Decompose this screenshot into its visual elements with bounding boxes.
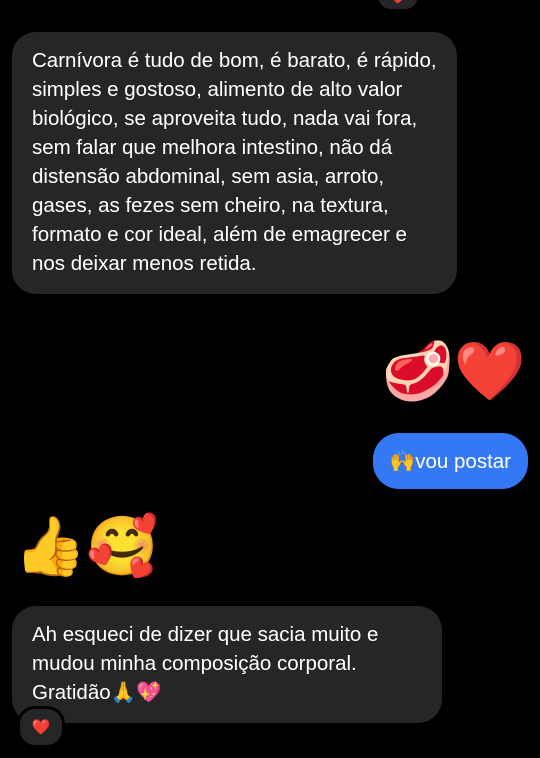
message-text: Ah esqueci de dizer que sacia muito e mu… <box>32 623 379 704</box>
message-bubble-incoming[interactable]: Carnívora é tudo de bom, é barato, é ráp… <box>12 32 457 294</box>
message-text: Carnívora é tudo de bom, é barato, é ráp… <box>32 49 437 275</box>
emoji-message-thumbs-smile[interactable]: 👍🥰 <box>14 515 158 579</box>
emoji-message-steak-heart[interactable]: 🥩❤️ <box>382 340 526 404</box>
message-bubble-outgoing[interactable]: 🙌vou postar <box>372 433 528 489</box>
message-bubble-incoming[interactable]: Ah esqueci de dizer que sacia muito e mu… <box>12 606 442 723</box>
reaction-heart-bottom[interactable]: ❤️ <box>17 706 65 748</box>
message-text: 🙌vou postar <box>389 449 511 473</box>
reaction-heart-top[interactable]: ❤️ <box>375 0 421 12</box>
